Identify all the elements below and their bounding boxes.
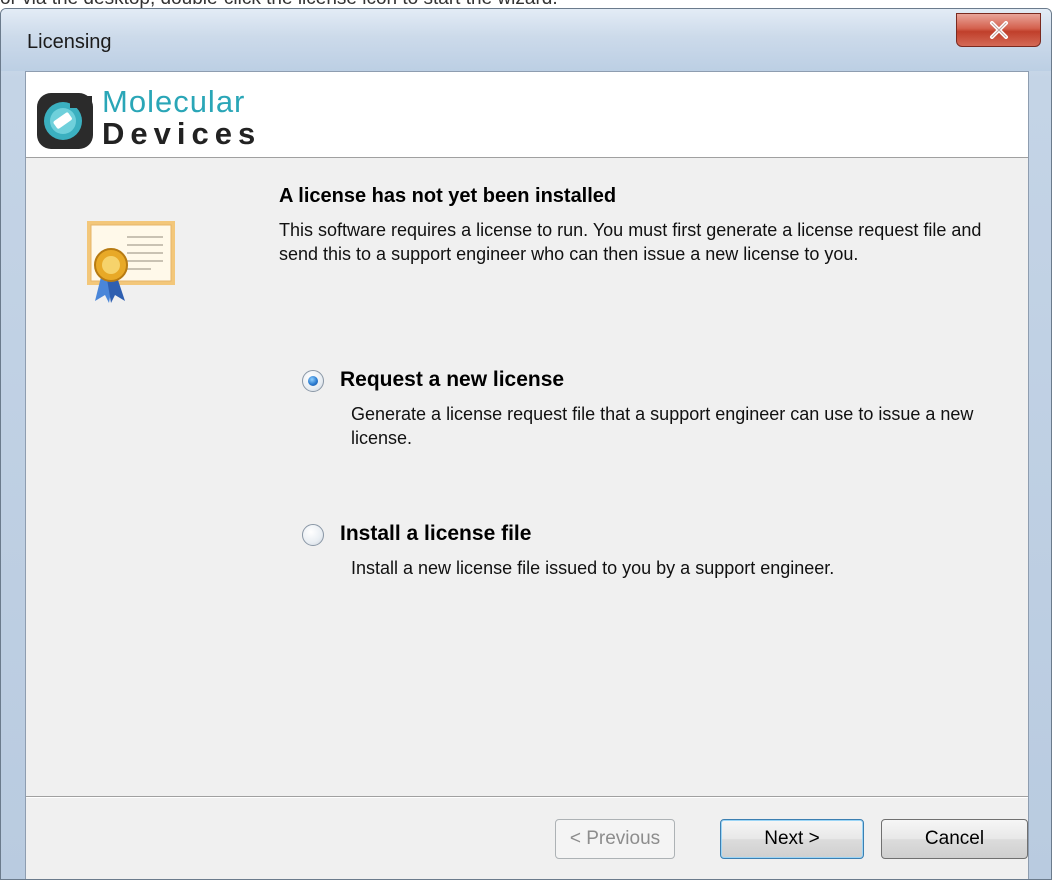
window-title: Licensing <box>27 31 112 53</box>
install-license-description: Install a new license file issued to you… <box>351 558 835 578</box>
content-description: This software requires a license to run.… <box>279 220 982 264</box>
logo-word-molecular: Molecular <box>102 84 246 119</box>
request-license-label[interactable]: Request a new license <box>340 368 564 392</box>
title-bar: Licensing <box>1 9 1051 71</box>
background-hint-text: or via the desktop, double-click the lic… <box>0 0 1055 8</box>
certificate-icon <box>81 219 181 307</box>
close-button[interactable] <box>956 13 1041 47</box>
request-license-description: Generate a license request file that a s… <box>351 404 974 448</box>
previous-button[interactable]: < Previous <box>555 819 675 859</box>
request-license-radio[interactable] <box>302 370 324 392</box>
footer-divider <box>26 796 1028 798</box>
licensing-dialog: Licensing Molecular Devices A license ha… <box>0 8 1052 880</box>
dialog-body: Molecular Devices A license has not yet … <box>25 71 1029 879</box>
molecular-devices-logo: Molecular Devices <box>36 82 296 151</box>
logo-mark-icon <box>36 92 94 150</box>
install-license-radio[interactable] <box>302 524 324 546</box>
cancel-button-label: Cancel <box>924 828 985 849</box>
logo-word-devices: Devices <box>102 116 262 151</box>
install-license-label[interactable]: Install a license file <box>340 522 531 546</box>
next-button[interactable]: Next > <box>720 819 864 859</box>
content-heading: A license has not yet been installed <box>279 185 617 207</box>
close-icon <box>989 21 1009 39</box>
next-button-label: Next > <box>764 828 820 849</box>
cancel-button[interactable]: Cancel <box>881 819 1028 859</box>
header-band: Molecular Devices <box>26 72 1028 158</box>
previous-button-label: < Previous <box>569 828 661 849</box>
